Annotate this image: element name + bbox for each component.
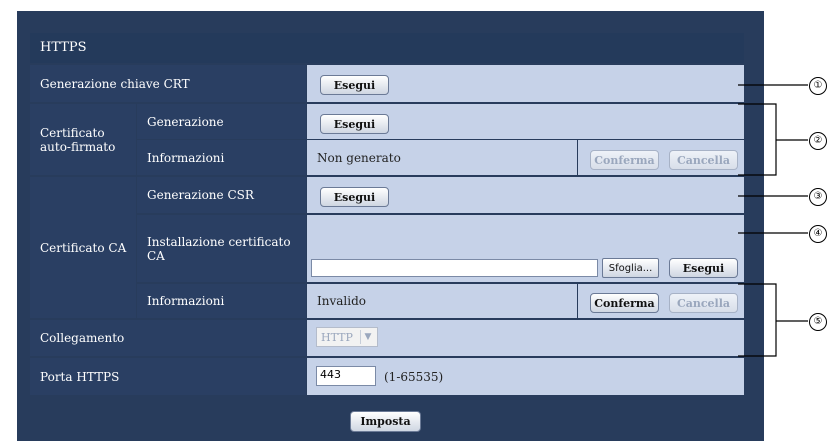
- callout-1: ①: [809, 77, 827, 95]
- callout-5: ⑤: [809, 313, 827, 331]
- callout-3: ③: [809, 188, 827, 206]
- callout-2: ②: [809, 132, 827, 150]
- callout-lines: [738, 84, 808, 357]
- callout-4: ④: [809, 225, 827, 243]
